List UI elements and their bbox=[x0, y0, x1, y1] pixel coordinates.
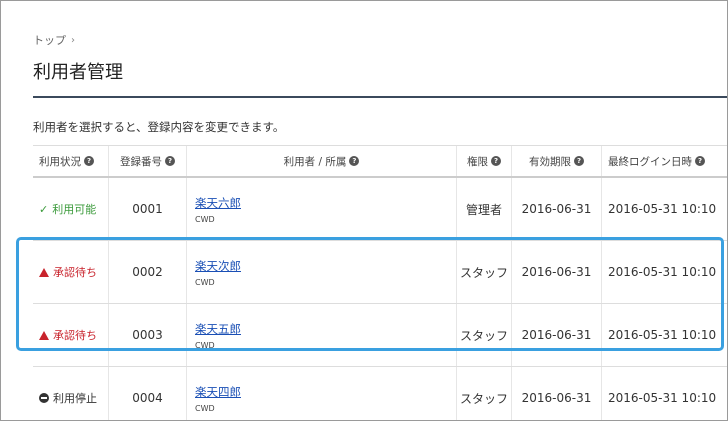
table-row[interactable]: ✓ 利用可能 0001 楽天六郎 CWD 管理者 2016-06-31 2016… bbox=[33, 178, 727, 241]
status-label: 利用可能 bbox=[52, 203, 97, 216]
user-block: 楽天五郎 CWD bbox=[195, 321, 241, 350]
user-org: CWD bbox=[195, 403, 215, 413]
users-table: 利用状況 ? 登録番号 ? 利用者 / 所属 ? 権限 ? 有効期限 ? 最終ロ… bbox=[33, 145, 727, 420]
minus-circle-icon bbox=[39, 393, 49, 403]
status-badge: ✓ 利用可能 bbox=[39, 201, 96, 217]
status-cell: 承認待ち bbox=[33, 304, 109, 366]
number-cell: 0001 bbox=[109, 178, 187, 240]
check-icon: ✓ bbox=[39, 202, 49, 216]
header-user: 利用者 / 所属 ? bbox=[187, 146, 457, 176]
user-name-link[interactable]: 楽天六郎 bbox=[195, 195, 241, 211]
warning-triangle-icon bbox=[39, 267, 49, 277]
header-number: 登録番号 ? bbox=[109, 146, 187, 176]
number-cell: 0003 bbox=[109, 304, 187, 366]
last-login-cell: 2016-05-31 10:10 bbox=[608, 265, 717, 279]
user-name-link[interactable]: 楽天四郎 bbox=[195, 384, 241, 400]
header-number-label: 登録番号 bbox=[120, 155, 162, 168]
header-status: 利用状況 ? bbox=[33, 146, 109, 176]
question-circle-icon[interactable]: ? bbox=[491, 156, 501, 166]
status-cell: 利用停止 bbox=[33, 367, 109, 420]
header-role: 権限 ? bbox=[457, 146, 512, 176]
breadcrumb-top-link[interactable]: トップ bbox=[33, 32, 66, 48]
user-org: CWD bbox=[195, 340, 215, 350]
user-block: 楽天次郎 CWD bbox=[195, 258, 241, 287]
warning-triangle-icon bbox=[39, 330, 49, 340]
breadcrumb: トップ › bbox=[33, 32, 75, 48]
question-circle-icon[interactable]: ? bbox=[84, 156, 94, 166]
user-block: 楽天六郎 CWD bbox=[195, 195, 241, 224]
table-row[interactable]: 承認待ち 0002 楽天次郎 CWD スタッフ 2016-06-31 2016-… bbox=[33, 241, 727, 304]
header-expiry-label: 有効期限 bbox=[529, 155, 571, 168]
last-login-cell: 2016-05-31 10:10 bbox=[608, 328, 717, 342]
role-cell: 管理者 bbox=[457, 178, 512, 240]
expiry-cell: 2016-06-31 bbox=[512, 304, 602, 366]
question-circle-icon[interactable]: ? bbox=[695, 156, 705, 166]
question-circle-icon[interactable]: ? bbox=[165, 156, 175, 166]
page-description: 利用者を選択すると、登録内容を変更できます。 bbox=[33, 120, 285, 134]
user-org: CWD bbox=[195, 214, 215, 224]
number-cell: 0004 bbox=[109, 367, 187, 420]
role-cell: スタッフ bbox=[457, 241, 512, 303]
status-label: 利用停止 bbox=[53, 392, 97, 405]
user-name-link[interactable]: 楽天次郎 bbox=[195, 258, 241, 274]
status-label: 承認待ち bbox=[53, 266, 97, 279]
expiry-cell: 2016-06-31 bbox=[512, 178, 602, 240]
user-name-link[interactable]: 楽天五郎 bbox=[195, 321, 241, 337]
breadcrumb-separator: › bbox=[71, 34, 75, 46]
header-user-label: 利用者 / 所属 bbox=[283, 155, 347, 168]
page-frame: トップ › 利用者管理 利用者を選択すると、登録内容を変更できます。 利用状況 … bbox=[0, 0, 728, 421]
expiry-cell: 2016-06-31 bbox=[512, 367, 602, 420]
header-expiry: 有効期限 ? bbox=[512, 146, 602, 176]
table-row[interactable]: 承認待ち 0003 楽天五郎 CWD スタッフ 2016-06-31 2016-… bbox=[33, 304, 727, 367]
title-divider bbox=[33, 96, 727, 98]
expiry-cell: 2016-06-31 bbox=[512, 241, 602, 303]
user-cell: 楽天次郎 CWD bbox=[187, 241, 457, 303]
status-badge: 利用停止 bbox=[39, 390, 97, 406]
question-circle-icon[interactable]: ? bbox=[349, 156, 360, 166]
last-login-cell: 2016-05-31 10:10 bbox=[608, 391, 717, 405]
status-cell: ✓ 利用可能 bbox=[33, 178, 109, 240]
status-cell: 承認待ち bbox=[33, 241, 109, 303]
header-last-login: 最終ログイン日時 ? bbox=[602, 146, 727, 176]
user-block: 楽天四郎 CWD bbox=[195, 384, 241, 413]
role-cell: スタッフ bbox=[457, 304, 512, 366]
status-badge: 承認待ち bbox=[39, 264, 97, 280]
table-header-row: 利用状況 ? 登録番号 ? 利用者 / 所属 ? 権限 ? 有効期限 ? 最終ロ… bbox=[33, 145, 727, 178]
user-cell: 楽天四郎 CWD bbox=[187, 367, 457, 420]
last-login-cell: 2016-05-31 10:10 bbox=[608, 202, 717, 216]
question-circle-icon[interactable]: ? bbox=[574, 156, 584, 166]
role-cell: スタッフ bbox=[457, 367, 512, 420]
user-cell: 楽天六郎 CWD bbox=[187, 178, 457, 240]
status-label: 承認待ち bbox=[53, 329, 97, 342]
user-org: CWD bbox=[195, 277, 215, 287]
header-last-login-label: 最終ログイン日時 bbox=[608, 155, 692, 168]
user-cell: 楽天五郎 CWD bbox=[187, 304, 457, 366]
number-cell: 0002 bbox=[109, 241, 187, 303]
header-status-label: 利用状況 bbox=[39, 155, 81, 168]
table-row[interactable]: 利用停止 0004 楽天四郎 CWD スタッフ 2016-06-31 2016-… bbox=[33, 367, 727, 420]
status-badge: 承認待ち bbox=[39, 327, 97, 343]
page-title: 利用者管理 bbox=[33, 62, 123, 83]
header-role-label: 権限 bbox=[467, 155, 488, 168]
